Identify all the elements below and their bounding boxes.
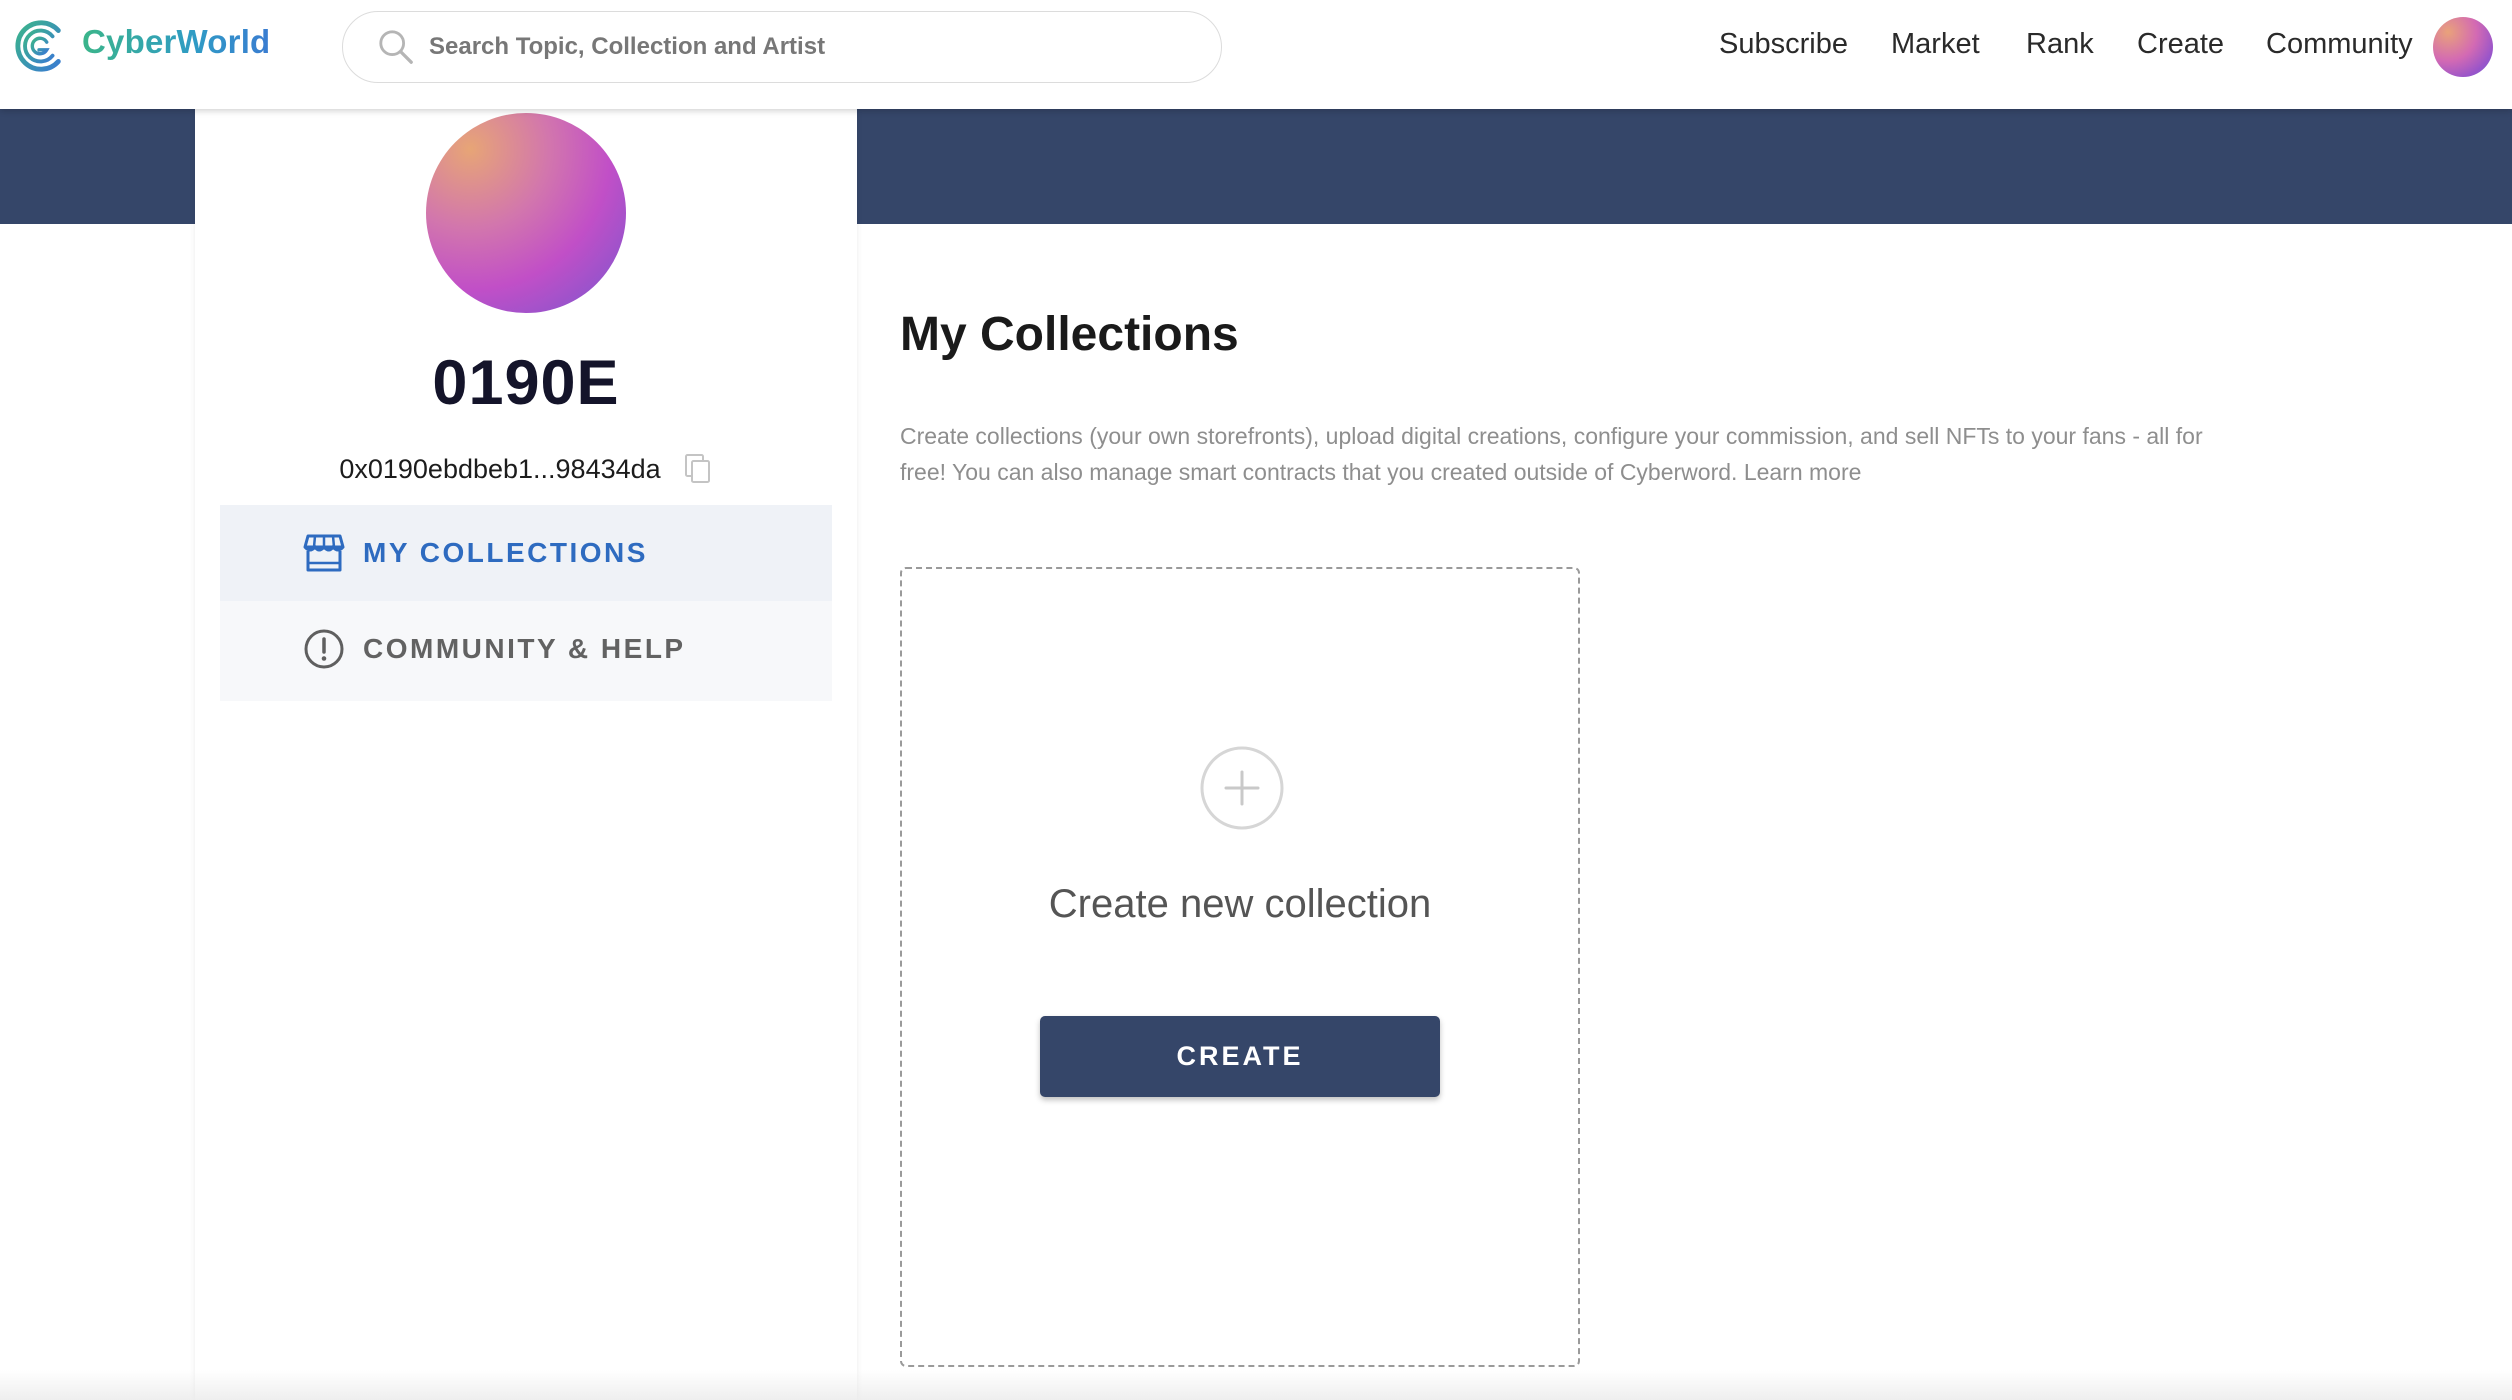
profile-username: 0190E (432, 348, 620, 418)
storefront-icon (303, 534, 345, 572)
nav-community[interactable]: Community (2266, 28, 2413, 61)
learn-more-link[interactable]: Learn more (1744, 459, 1862, 485)
sidebar-item-label: MY COLLECTIONS (363, 537, 648, 568)
search-icon (379, 30, 413, 64)
user-avatar[interactable] (2433, 17, 2493, 77)
wallet-row: 0x0190ebdbeb1...98434da (195, 453, 857, 485)
nav-create[interactable]: Create (2137, 28, 2224, 61)
nav-rank[interactable]: Rank (2026, 28, 2094, 61)
brand-logo[interactable]: CyberWorld (10, 16, 270, 76)
sidebar-item-my-collections[interactable]: MY COLLECTIONS (220, 505, 832, 601)
nav-subscribe[interactable]: Subscribe (1719, 28, 1848, 61)
info-circle-icon (304, 629, 344, 669)
nav-market[interactable]: Market (1891, 28, 1980, 61)
wallet-address: 0x0190ebdbeb1...98434da (339, 453, 661, 484)
cyberworld-logo-icon (15, 20, 61, 72)
search-input[interactable] (429, 12, 1221, 82)
sidebar-item-label: COMMUNITY & HELP (363, 633, 686, 664)
profile-menu: MY COLLECTIONS COMMUNITY & HELP (220, 505, 832, 701)
create-card-title: Create new collection (1048, 882, 1432, 926)
brand-name: CyberWorld (82, 23, 271, 60)
create-collection-card: Create new collection CREATE (900, 567, 1580, 1367)
profile-avatar (426, 113, 626, 313)
description-text: Create collections (your own storefronts… (900, 423, 2203, 485)
plus-circle-icon[interactable] (1199, 745, 1285, 831)
sidebar-item-community-help[interactable]: COMMUNITY & HELP (220, 601, 832, 697)
create-button[interactable]: CREATE (1040, 1016, 1440, 1097)
search-bar[interactable] (342, 11, 1222, 83)
top-header: CyberWorld Subscribe Market Rank Create … (0, 0, 2512, 109)
page-title: My Collections (900, 308, 1239, 361)
profile-sidebar: 0190E 0x0190ebdbeb1...98434da MY COLLECT… (195, 109, 857, 1400)
copy-icon[interactable] (683, 453, 713, 485)
page-description: Create collections (your own storefronts… (900, 418, 2240, 490)
app-root: CyberWorld Subscribe Market Rank Create … (0, 0, 2512, 1400)
